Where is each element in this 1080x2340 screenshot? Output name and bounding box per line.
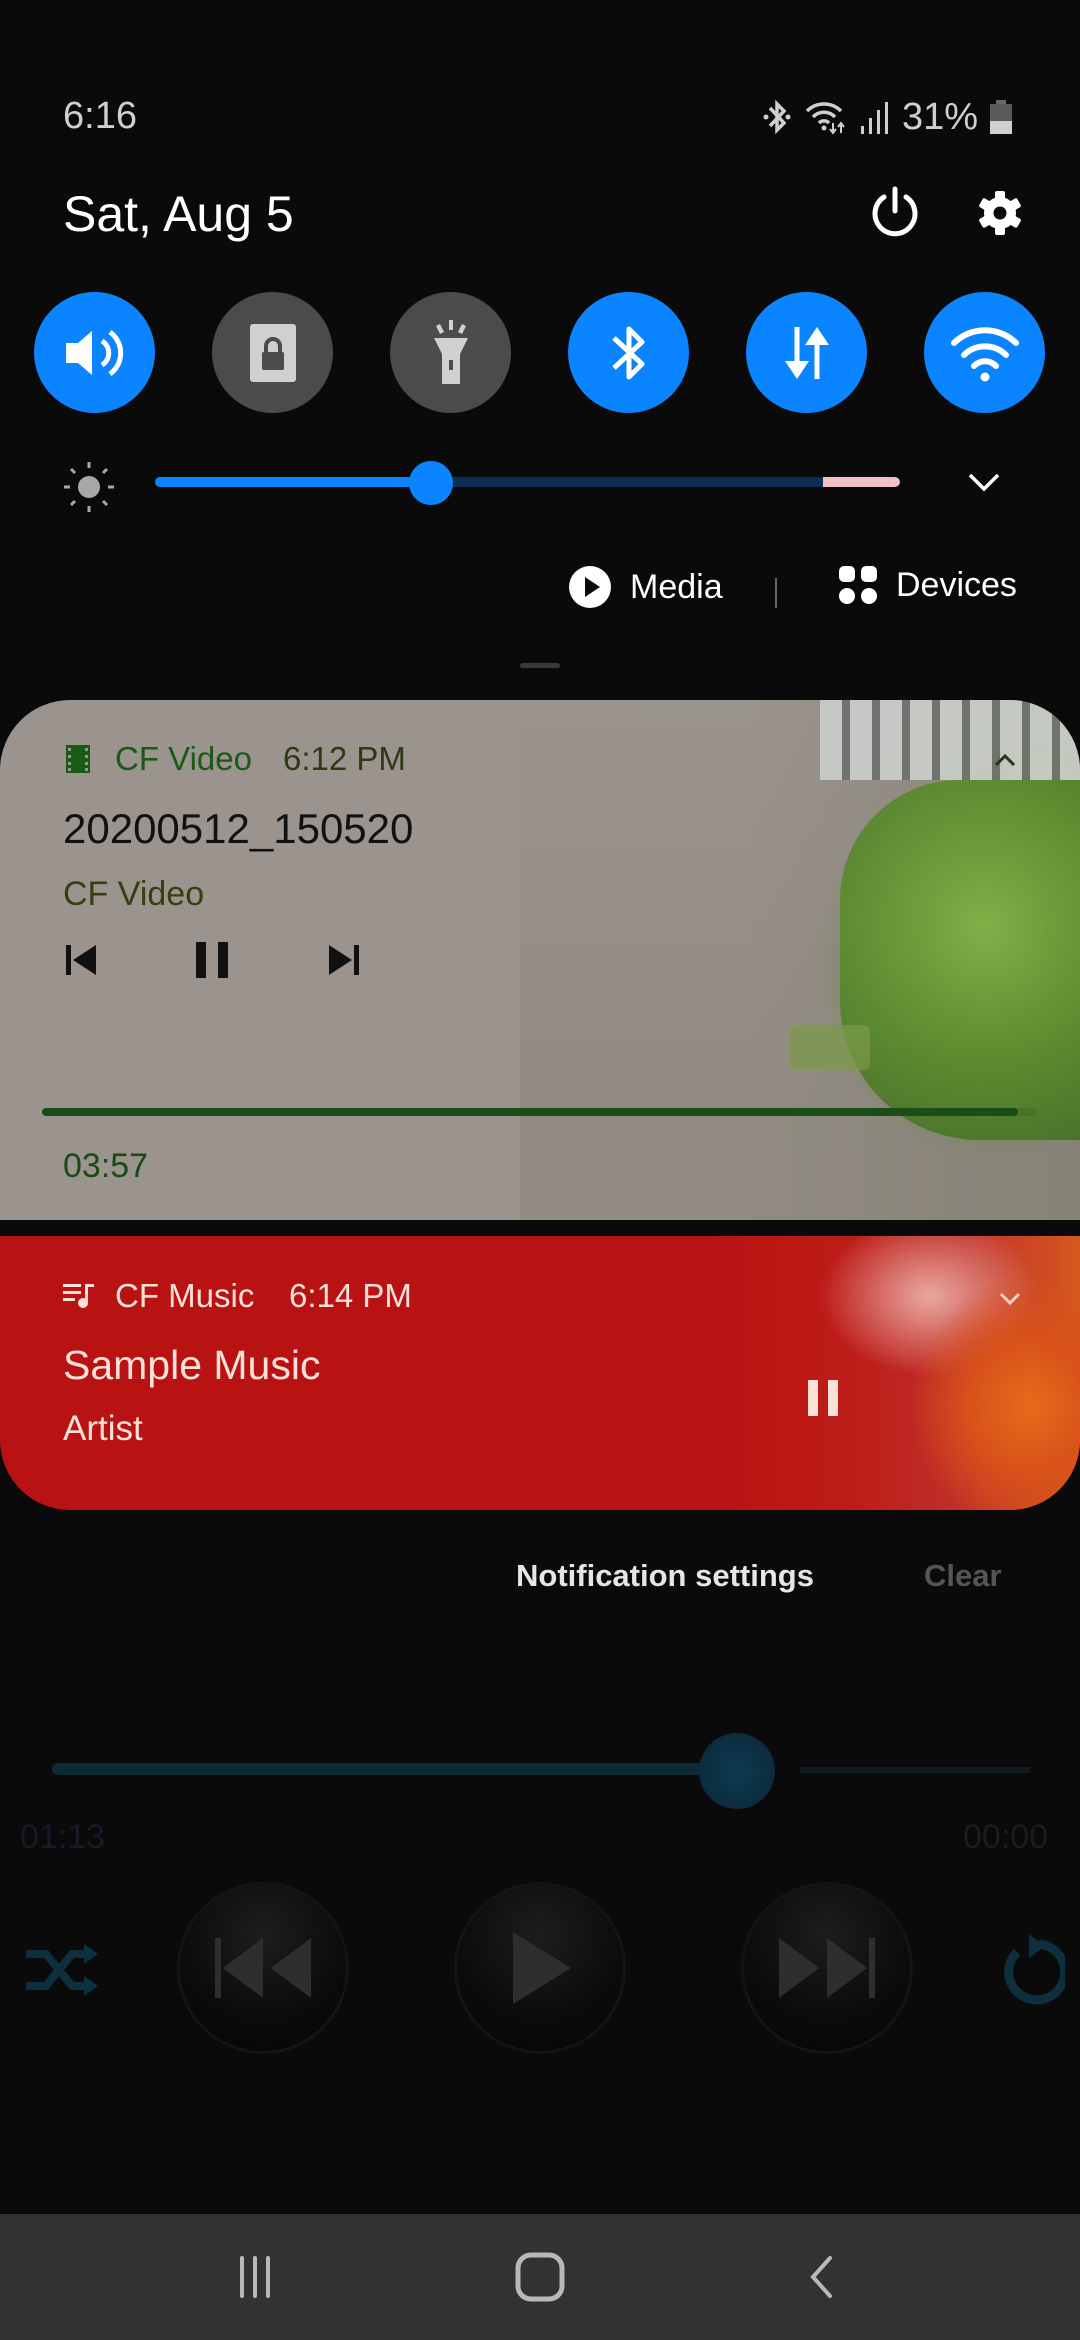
status-time: 6:16 (63, 95, 137, 137)
clear-button[interactable]: Clear (924, 1558, 1002, 1594)
brightness-thumb[interactable] (408, 461, 453, 505)
video-previous-button[interactable] (63, 942, 99, 978)
home-button[interactable] (513, 2252, 567, 2302)
expand-panel-button[interactable] (967, 470, 1001, 494)
wifi-data-icon (805, 102, 845, 135)
tile-mobile-data[interactable] (746, 292, 867, 413)
devices-label: Devices (896, 565, 1017, 604)
music-app-name: CF Music (115, 1277, 255, 1314)
video-progress-fill (42, 1108, 1019, 1116)
media-button[interactable]: Media (568, 565, 723, 609)
video-thumbnail (520, 700, 1080, 1220)
flashlight-icon (433, 319, 468, 384)
status-icons: 31% (762, 95, 1012, 139)
gear-icon (979, 191, 1021, 235)
music-artist: Artist (63, 1409, 143, 1448)
bluetooth-icon (611, 326, 644, 379)
rewind-icon (215, 1938, 311, 1998)
video-app-name: CF Video (115, 740, 252, 777)
signal-icon (860, 102, 888, 134)
power-button[interactable] (865, 183, 925, 243)
date-label: Sat, Aug 5 (63, 186, 294, 242)
pause-icon (196, 942, 228, 978)
album-art (700, 1236, 1080, 1510)
wifi-icon (950, 326, 1019, 381)
skip-previous-icon (66, 945, 96, 975)
devices-icon (839, 566, 877, 604)
video-subtitle: CF Video (63, 875, 205, 913)
background-elapsed-time: 01:13 (20, 1818, 106, 1856)
background-seek-remaining (800, 1767, 1030, 1773)
background-prev-button (180, 1885, 346, 2051)
home-icon (515, 2252, 565, 2302)
tile-screen-lock[interactable] (212, 292, 333, 413)
media-label: Media (630, 567, 723, 606)
video-collapse-button[interactable] (993, 752, 1017, 768)
film-icon (63, 744, 93, 774)
background-play-button (457, 1885, 623, 2051)
recents-button[interactable] (230, 2255, 280, 2299)
brightness-extra-zone (823, 477, 900, 487)
tile-flashlight[interactable] (390, 292, 511, 413)
repeat-icon (995, 1930, 1070, 2010)
brightness-slider[interactable] (155, 477, 900, 487)
video-next-button[interactable] (326, 942, 362, 978)
background-next-button (744, 1885, 910, 2051)
tile-bluetooth[interactable] (568, 292, 689, 413)
video-notification-card[interactable] (0, 700, 1080, 1220)
bluetooth-icon (763, 99, 791, 135)
play-circle-icon (569, 566, 611, 608)
music-pause-button[interactable] (806, 1379, 840, 1417)
play-icon (513, 1932, 571, 2004)
background-seek-bar (52, 1763, 737, 1775)
sun-icon (62, 460, 116, 514)
pause-icon (808, 1380, 838, 1416)
back-icon (810, 2256, 832, 2298)
music-notification-time: 6:14 PM (289, 1277, 412, 1314)
battery-percent: 31% (901, 95, 978, 138)
devices-button[interactable]: Devices (838, 565, 1017, 605)
fast-forward-icon (779, 1938, 875, 1998)
volume-icon (65, 329, 123, 376)
divider (775, 578, 777, 608)
music-queue-icon (63, 1282, 95, 1310)
power-icon (872, 186, 918, 237)
tile-wifi[interactable] (924, 292, 1045, 413)
settings-button[interactable] (970, 183, 1030, 243)
brightness-fill (155, 477, 431, 487)
data-transfer-icon (784, 326, 829, 379)
video-elapsed-time: 03:57 (63, 1147, 149, 1185)
drag-handle[interactable] (520, 663, 560, 668)
back-button[interactable] (805, 2255, 835, 2299)
background-total-time: 00:00 (963, 1818, 1049, 1856)
chevron-down-icon (968, 473, 1000, 492)
video-title: 20200512_150520 (63, 805, 414, 852)
music-title: Sample Music (63, 1342, 321, 1388)
notification-settings-button[interactable]: Notification settings (516, 1558, 814, 1594)
video-progress-bar[interactable] (42, 1108, 1038, 1116)
chevron-down-icon (999, 1292, 1021, 1306)
tile-sound[interactable] (34, 292, 155, 413)
chevron-up-icon (994, 753, 1016, 767)
music-expand-button[interactable] (998, 1291, 1022, 1307)
video-notification-time: 6:12 PM (283, 740, 406, 777)
battery-icon (990, 100, 1012, 134)
shuffle-icon (22, 1940, 100, 2000)
recents-icon (240, 2256, 270, 2298)
lock-icon (249, 323, 296, 382)
skip-next-icon (329, 945, 359, 975)
video-pause-button[interactable] (194, 940, 230, 980)
background-seek-thumb (698, 1733, 775, 1809)
